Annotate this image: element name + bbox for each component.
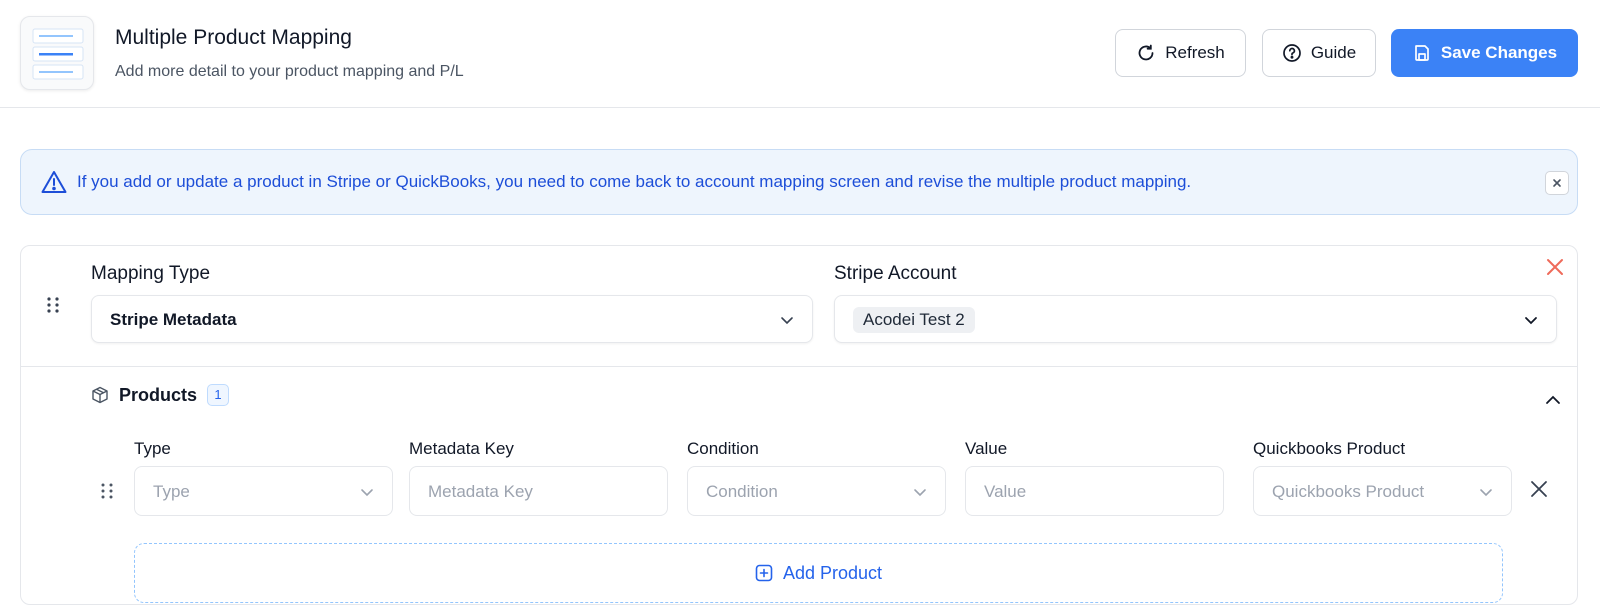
chevron-up-icon[interactable]: [1545, 392, 1561, 408]
quickbooks-product-select[interactable]: Quickbooks Product: [1253, 466, 1512, 516]
refresh-button-label: Refresh: [1165, 43, 1225, 62]
mapping-type-label: Mapping Type: [91, 263, 211, 284]
products-count-badge: 1: [207, 384, 230, 406]
drag-handle-icon[interactable]: [99, 482, 115, 500]
alert-message: If you add or update a product in Stripe…: [77, 172, 1192, 191]
value-placeholder: Value: [984, 482, 1027, 501]
save-icon: [1415, 45, 1429, 61]
chevron-down-icon: [1525, 317, 1537, 325]
guide-button-label: Guide: [1310, 43, 1357, 62]
add-product-label: Add Product: [782, 562, 883, 583]
refresh-button[interactable]: Refresh: [1115, 29, 1246, 77]
save-changes-label: Save Changes: [1440, 43, 1558, 62]
metadata-key-input[interactable]: Metadata Key: [409, 466, 668, 516]
drag-handle-icon[interactable]: [45, 296, 61, 314]
mapping-type-value: Stripe Metadata: [110, 310, 237, 329]
remove-row-close-icon[interactable]: [1529, 479, 1549, 499]
app-logo-icon: [20, 16, 94, 90]
chevron-down-icon: [361, 489, 373, 497]
stripe-account-select[interactable]: Acodei Test 2: [834, 295, 1557, 343]
stripe-account-label: Stripe Account: [834, 263, 957, 284]
quickbooks-product-column-label: Quickbooks Product: [1253, 439, 1406, 458]
info-alert: If you add or update a product in Stripe…: [20, 149, 1578, 215]
alert-close-button[interactable]: [1545, 171, 1569, 195]
chevron-down-icon: [781, 317, 793, 325]
save-changes-button[interactable]: Save Changes: [1391, 29, 1578, 77]
package-icon: [92, 386, 108, 404]
remove-mapping-close-icon[interactable]: [1546, 258, 1564, 276]
type-select[interactable]: Type: [134, 466, 393, 516]
chevron-down-icon: [914, 489, 926, 497]
add-product-button[interactable]: Add Product: [134, 543, 1503, 603]
type-placeholder: Type: [153, 482, 190, 501]
page-title: Multiple Product Mapping: [115, 26, 352, 49]
page-header: Multiple Product Mapping Add more detail…: [0, 0, 1600, 108]
plus-square-icon: [755, 564, 773, 582]
mapping-card-header: Mapping Type Stripe Metadata Stripe Acco…: [21, 246, 1577, 367]
guide-button[interactable]: Guide: [1262, 29, 1376, 77]
type-column-label: Type: [134, 439, 171, 458]
condition-select[interactable]: Condition: [687, 466, 946, 516]
page-subtitle: Add more detail to your product mapping …: [115, 63, 464, 80]
close-icon: [1553, 179, 1561, 187]
mapping-card: Mapping Type Stripe Metadata Stripe Acco…: [20, 245, 1578, 605]
stripe-account-chip: Acodei Test 2: [853, 307, 975, 333]
value-column-label: Value: [965, 439, 1008, 458]
products-section-header[interactable]: Products 1: [91, 384, 230, 406]
help-circle-icon: [1282, 44, 1301, 62]
condition-placeholder: Condition: [706, 482, 778, 501]
mapping-type-select[interactable]: Stripe Metadata: [91, 295, 813, 343]
warning-triangle-icon: [41, 171, 67, 193]
value-input[interactable]: Value: [965, 466, 1224, 516]
chevron-down-icon: [1480, 489, 1492, 497]
refresh-icon: [1138, 44, 1154, 61]
condition-column-label: Condition: [687, 439, 759, 458]
metadata-key-placeholder: Metadata Key: [428, 482, 533, 501]
quickbooks-product-placeholder: Quickbooks Product: [1272, 482, 1425, 501]
products-title: Products: [119, 384, 198, 405]
metadata-key-column-label: Metadata Key: [409, 439, 514, 458]
